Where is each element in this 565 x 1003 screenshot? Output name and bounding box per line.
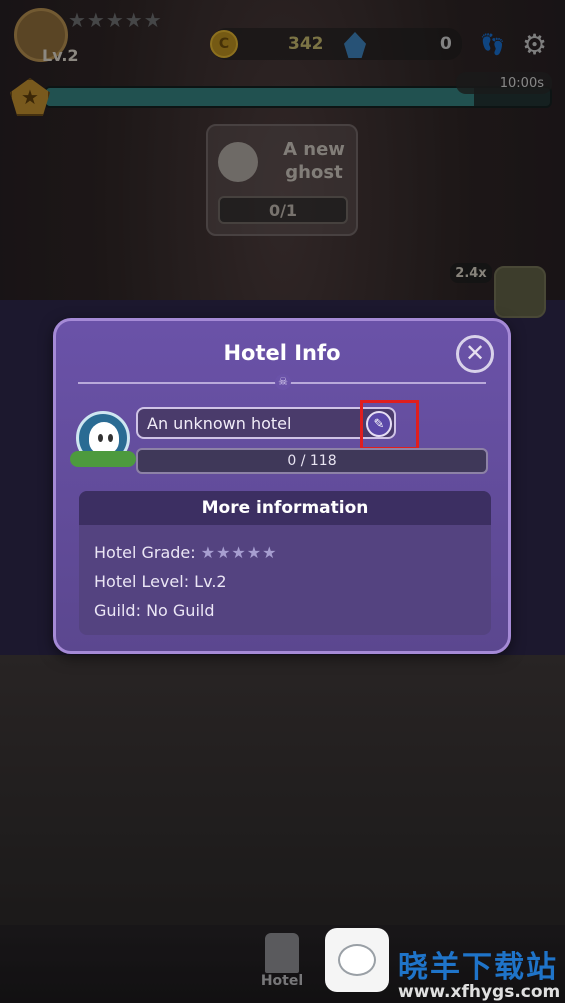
skull-icon: ☠: [275, 374, 291, 390]
more-info-panel: More information Hotel Grade: ★★★★★ Hote…: [79, 491, 491, 635]
watermark-logo: [325, 928, 389, 992]
annotation-highlight: [360, 400, 419, 450]
hotel-exp-text: 0 / 118: [287, 453, 337, 469]
hotel-grade-label: Hotel Grade:: [94, 543, 196, 562]
hotel-info-dialog: Hotel Info ✕ ☠ An unknown hotel ✎ 0 / 11…: [53, 318, 511, 654]
dialog-title: Hotel Info: [223, 341, 341, 365]
hotel-level-row: Hotel Level: Lv.2: [94, 572, 227, 591]
hotel-name-text: An unknown hotel: [147, 413, 292, 433]
sheep-icon: [338, 944, 376, 976]
hotel-exp-bar: 0 / 118: [136, 448, 488, 474]
laurel-icon: [70, 451, 136, 467]
ghost-eye: [98, 434, 103, 442]
hotel-grade-row: Hotel Grade: ★★★★★: [94, 543, 277, 562]
hotel-name-field[interactable]: An unknown hotel: [136, 407, 396, 439]
watermark-title: 晓羊下载站: [398, 950, 558, 985]
more-info-header: More information: [79, 491, 491, 525]
ghost-icon: [89, 422, 119, 454]
close-button[interactable]: ✕: [456, 335, 494, 373]
ghost-eye: [108, 434, 113, 442]
grade-stars-icon: ★★★★★: [200, 543, 278, 562]
watermark-url: www.xfhygs.com: [398, 982, 561, 1002]
guild-row: Guild: No Guild: [94, 601, 215, 620]
